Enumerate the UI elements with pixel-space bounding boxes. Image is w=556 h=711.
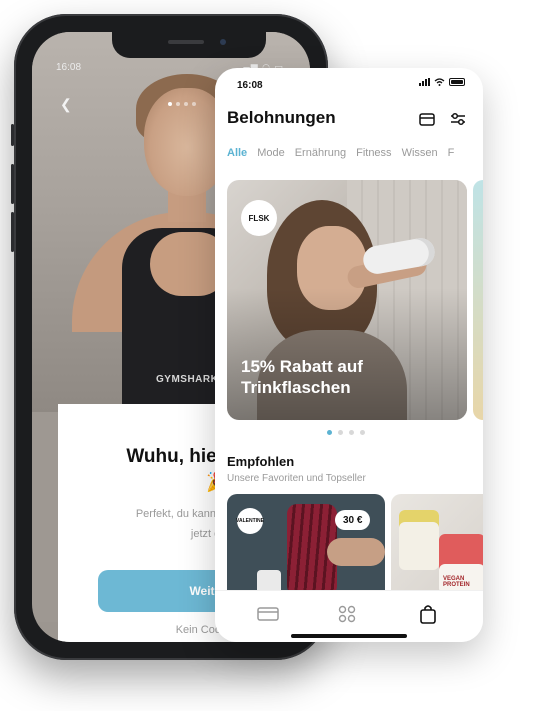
price-text: 30 € [343, 514, 363, 526]
next-reward-card-peek[interactable] [473, 180, 483, 420]
tab-fitness[interactable]: Fitness [356, 147, 391, 159]
wallet-icon[interactable] [418, 110, 436, 128]
featured-reward-title: 15% Rabatt auf Trinkflaschen [241, 357, 363, 397]
filter-sliders-icon[interactable] [449, 110, 467, 128]
brand-logo-text: VALENTINE [236, 518, 264, 524]
section-title: Empfohlen [227, 454, 295, 469]
section-subtitle: Unsere Favoriten und Topseller [227, 473, 366, 484]
tab-alle[interactable]: Alle [227, 147, 247, 159]
photo-pager [168, 102, 196, 106]
tab-wissen[interactable]: Wissen [402, 147, 438, 159]
signal-icon [419, 78, 430, 86]
notch [112, 32, 266, 58]
status-time: 16:08 [56, 62, 82, 73]
page-title: Belohnungen [227, 108, 336, 127]
volume-up-button [11, 164, 14, 204]
bag-icon[interactable] [417, 603, 439, 625]
front-phone-screen: 16:08 Belohnungen Alle Mode Ernährung Fi… [215, 68, 483, 642]
status-time: 16:08 [237, 80, 263, 91]
status-icons [419, 78, 465, 86]
mute-switch [11, 124, 14, 146]
tab-partial[interactable]: F [448, 147, 455, 159]
brand-logo: FLSK [241, 200, 277, 236]
recommended-card-foodspring[interactable]: VEGAN PROTEIN [391, 494, 483, 594]
recommended-card-valentine[interactable]: VALENTINE 30 € [227, 494, 385, 594]
brand-logo-text: FLSK [248, 213, 270, 223]
card-icon[interactable] [257, 603, 279, 625]
battery-icon [449, 78, 465, 86]
carousel-pager [327, 430, 365, 435]
home-indicator [291, 634, 407, 638]
category-tabs: Alle Mode Ernährung Fitness Wissen F [227, 147, 454, 159]
product-label: VEGAN PROTEIN [443, 576, 470, 588]
photo-brand-label: GYMSHARK [156, 374, 219, 385]
featured-reward-card[interactable]: FLSK 15% Rabatt auf Trinkflaschen [227, 180, 467, 420]
tab-mode[interactable]: Mode [257, 147, 285, 159]
price-badge: 30 € [335, 510, 371, 530]
back-arrow-icon[interactable]: ❮ [60, 96, 72, 113]
wifi-icon [434, 78, 445, 86]
grid-icon[interactable] [336, 603, 358, 625]
volume-down-button [11, 212, 14, 252]
brand-logo: VALENTINE [236, 508, 264, 534]
tab-ernaehrung[interactable]: Ernährung [295, 147, 346, 159]
